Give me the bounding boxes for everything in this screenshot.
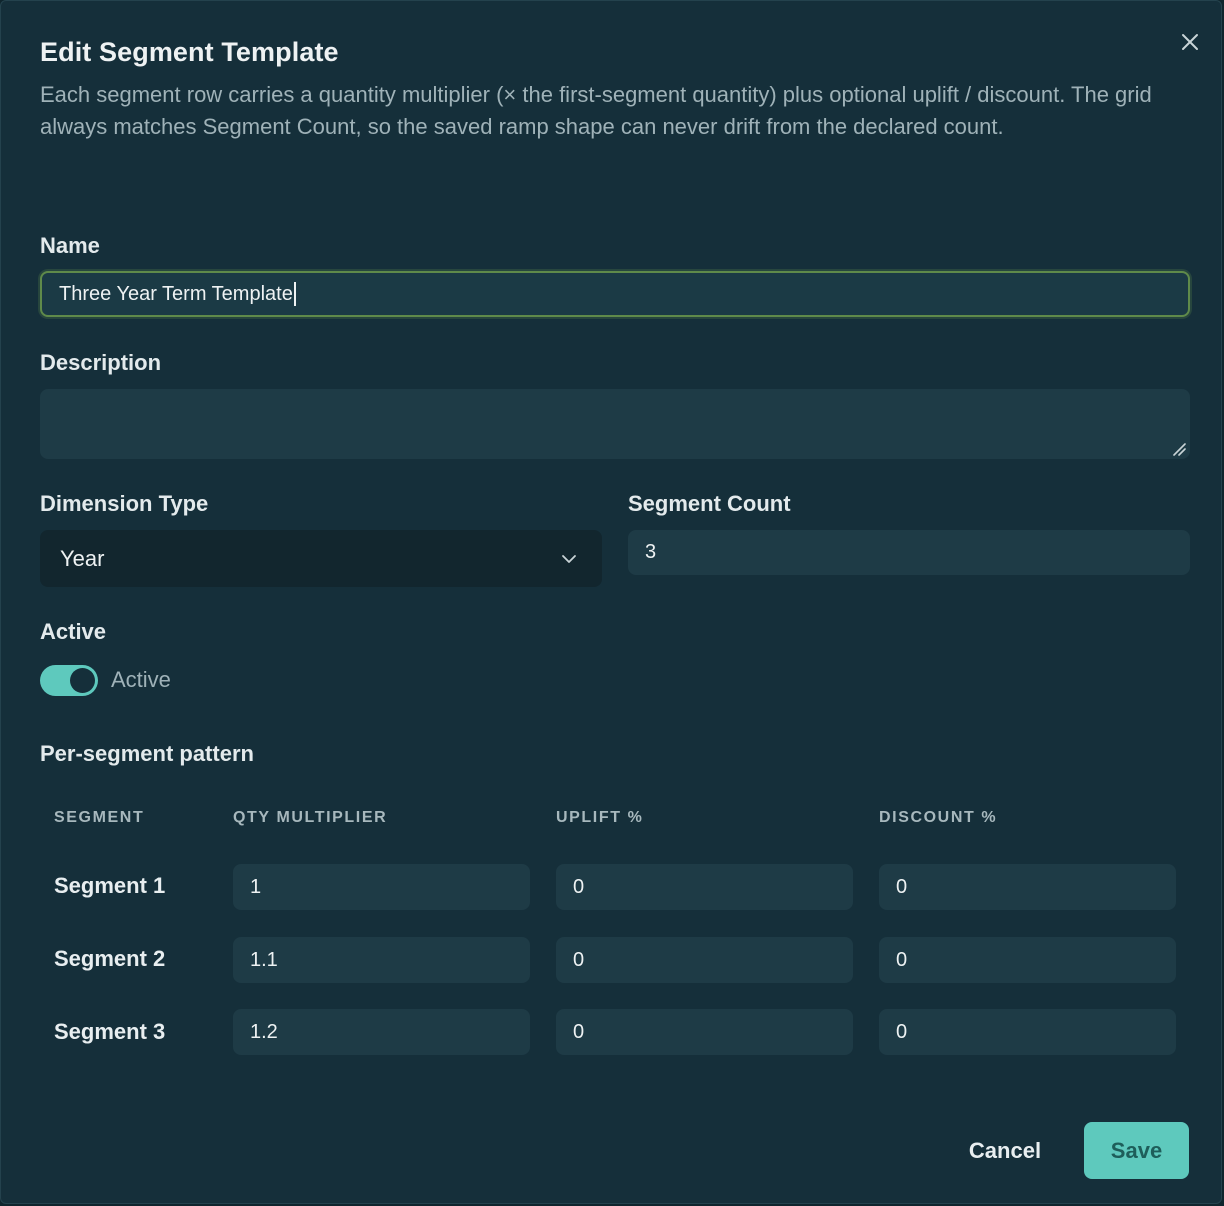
close-button[interactable] xyxy=(1175,27,1205,57)
pattern-heading: Per-segment pattern xyxy=(40,741,254,766)
column-header-uplift: UPLIFT % xyxy=(556,809,644,826)
uplift-input[interactable]: 0 xyxy=(556,1009,853,1055)
segment-count-label: Segment Count xyxy=(628,491,791,516)
discount-value: 0 xyxy=(896,875,908,898)
qty-multiplier-value: 1.2 xyxy=(250,1020,278,1043)
qty-multiplier-input[interactable]: 1.1 xyxy=(233,937,530,983)
uplift-input[interactable]: 0 xyxy=(556,937,853,983)
segment-label: Segment 1 xyxy=(54,873,166,898)
qty-multiplier-value: 1 xyxy=(250,875,262,898)
active-toggle[interactable] xyxy=(40,665,98,696)
uplift-input[interactable]: 0 xyxy=(556,864,853,910)
column-header-segment: SEGMENT xyxy=(54,809,145,826)
description-label: Description xyxy=(40,350,162,375)
column-header-qty-multiplier: QTY MULTIPLIER xyxy=(233,809,388,826)
dialog-title: Edit Segment Template xyxy=(40,37,339,67)
active-label: Active xyxy=(40,619,107,644)
discount-input[interactable]: 0 xyxy=(879,937,1176,983)
dimension-type-label: Dimension Type xyxy=(40,491,209,516)
segment-label: Segment 3 xyxy=(54,1019,166,1044)
discount-value: 0 xyxy=(896,1020,908,1043)
discount-value: 0 xyxy=(896,948,908,971)
toggle-knob xyxy=(70,668,95,693)
uplift-value: 0 xyxy=(573,875,585,898)
name-input-value: Three Year Term Template xyxy=(59,282,293,305)
name-input[interactable]: Three Year Term Template xyxy=(40,271,1190,317)
save-button[interactable]: Save xyxy=(1084,1122,1189,1179)
cancel-button[interactable]: Cancel xyxy=(947,1122,1063,1179)
qty-multiplier-value: 1.1 xyxy=(250,948,278,971)
text-caret xyxy=(293,282,296,306)
close-icon xyxy=(1182,34,1198,50)
segment-count-value: 3 xyxy=(645,541,657,563)
discount-input[interactable]: 0 xyxy=(879,1009,1176,1055)
dimension-type-select[interactable]: Year xyxy=(40,530,602,587)
description-textarea[interactable] xyxy=(40,389,1190,459)
qty-multiplier-input[interactable]: 1 xyxy=(233,864,530,910)
name-label: Name xyxy=(40,233,100,258)
column-header-discount: DISCOUNT % xyxy=(879,809,998,826)
uplift-value: 0 xyxy=(573,1020,585,1043)
chevron-down-icon xyxy=(562,555,576,563)
edit-segment-template-dialog: Edit Segment Template Each segment row c… xyxy=(0,0,1222,1204)
dimension-type-value: Year xyxy=(60,545,105,571)
discount-input[interactable]: 0 xyxy=(879,864,1176,910)
dialog-subtitle: Each segment row carries a quantity mult… xyxy=(40,82,1152,139)
resize-handle-icon[interactable] xyxy=(1172,442,1186,456)
uplift-value: 0 xyxy=(573,948,585,971)
segment-count-input[interactable]: 3 xyxy=(628,530,1190,575)
active-toggle-label: Active xyxy=(111,667,171,692)
qty-multiplier-input[interactable]: 1.2 xyxy=(233,1009,530,1055)
segment-label: Segment 2 xyxy=(54,946,166,971)
